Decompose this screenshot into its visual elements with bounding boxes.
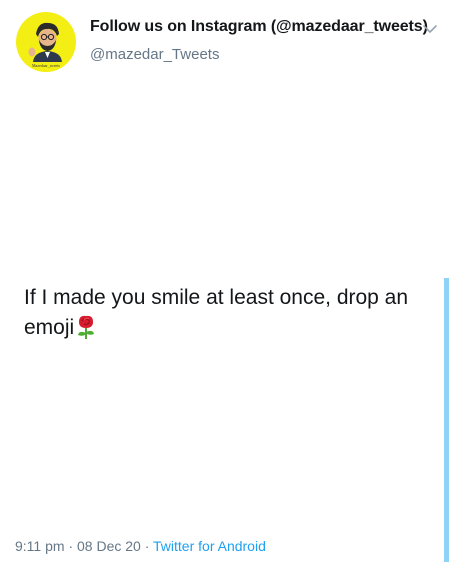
tweet-meta: 9:11 pm · 08 Dec 20 · Twitter for Androi… <box>15 538 266 554</box>
user-handle[interactable]: @mazedar_Tweets <box>90 46 428 63</box>
tweet-time[interactable]: 9:11 pm <box>15 538 65 554</box>
avatar-caption: Mazedaar_tweets <box>32 63 60 68</box>
tweet-date[interactable]: 08 Dec 20 <box>77 538 141 554</box>
chevron-down-icon[interactable] <box>422 22 438 34</box>
display-name[interactable]: Follow us on Instagram (@mazedaar_tweets… <box>90 18 428 36</box>
meta-separator: · <box>68 538 74 554</box>
tweet-source-link[interactable]: Twitter for Android <box>153 538 266 554</box>
rose-icon <box>75 314 97 349</box>
tweet-card: Mazedaar_tweets Follow us on Instagram (… <box>0 0 450 562</box>
avatar[interactable]: Mazedaar_tweets <box>16 12 76 72</box>
tweet-header: Follow us on Instagram (@mazedaar_tweets… <box>90 18 428 63</box>
scroll-indicator[interactable] <box>444 278 449 562</box>
tweet-text: If I made you smile at least once, drop … <box>24 283 434 349</box>
meta-separator: · <box>144 538 150 554</box>
avatar-image: Mazedaar_tweets <box>28 22 62 68</box>
